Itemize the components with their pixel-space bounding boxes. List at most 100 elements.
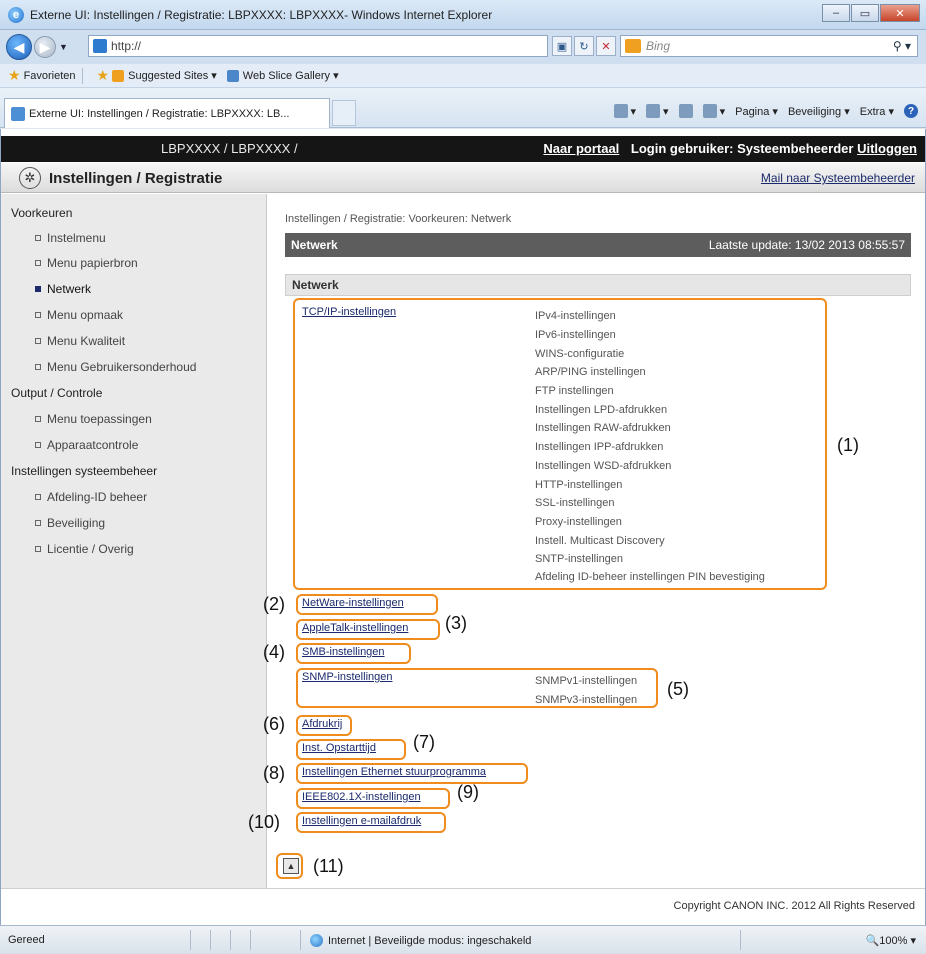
tcpip-subitem: WINS-configuratie	[535, 348, 625, 360]
snmp-subitem: SNMPv1-instellingen	[535, 675, 638, 687]
print-button[interactable]: ▾	[702, 104, 725, 118]
mail-icon	[678, 104, 693, 118]
portal-link[interactable]: Naar portaal	[543, 141, 619, 156]
bullet-icon	[35, 260, 41, 266]
window-title: Externe UI: Instellingen / Registratie: …	[30, 7, 493, 22]
home-icon	[613, 104, 628, 118]
bullet-icon	[35, 494, 41, 500]
forward-button[interactable]: ▶	[34, 36, 56, 58]
sidebar-item-paper-source[interactable]: Menu papierbron	[35, 256, 138, 270]
bullet-icon	[35, 312, 41, 318]
new-tab-button[interactable]	[332, 100, 356, 126]
sidebar-group-system-settings[interactable]: Instellingen systeembeheer	[11, 464, 157, 478]
callout-7: (7)	[413, 732, 435, 752]
tcpip-subitem: Instell. Multicast Discovery	[535, 535, 665, 547]
favorites-bar: ★ Favorieten ★ Suggested Sites ▾ Web Sli…	[0, 64, 926, 88]
spool-link[interactable]: Afdrukrij	[302, 718, 342, 730]
sidebar-group-preferences[interactable]: Voorkeuren	[11, 206, 72, 220]
feeds-icon	[646, 104, 661, 118]
copyright: Copyright CANON INC. 2012 All Rights Res…	[673, 900, 915, 912]
zoom-level[interactable]: 🔍100% ▾	[866, 934, 916, 947]
security-zone[interactable]: Internet | Beveiligde modus: ingeschakel…	[310, 934, 531, 947]
callout-3: (3)	[445, 613, 467, 633]
sidebar-item-setup-menu[interactable]: Instelmenu	[35, 231, 106, 245]
tcpip-subitem: Instellingen LPD-afdrukken	[535, 404, 668, 416]
tcpip-settings-link[interactable]: TCP/IP-instellingen	[302, 306, 396, 318]
tcpip-subitem: Instellingen IPP-afdrukken	[535, 441, 664, 453]
history-dropdown-icon[interactable]: ▼	[59, 42, 68, 52]
sidebar-item-label: Menu Gebruikersonderhoud	[47, 360, 197, 374]
sidebar-item-license-other[interactable]: Licentie / Overig	[35, 542, 134, 556]
callout-4: (4)	[263, 642, 285, 662]
minimize-button[interactable]: –	[822, 4, 850, 22]
email-print-link[interactable]: Instellingen e-mailafdruk	[302, 815, 421, 827]
tcpip-subitem: Afdeling ID-beheer instellingen PIN beve…	[535, 571, 765, 583]
smb-settings-link[interactable]: SMB-instellingen	[302, 646, 385, 658]
refresh-icon[interactable]: ↻	[574, 36, 594, 56]
tcpip-subitem: Instellingen RAW-afdrukken	[535, 422, 671, 434]
home-button[interactable]: ▾	[613, 104, 636, 118]
sidebar-item-label: Menu Kwaliteit	[47, 334, 126, 348]
sidebar-item-security[interactable]: Beveiliging	[35, 516, 105, 530]
sidebar-item-applications[interactable]: Menu toepassingen	[35, 412, 152, 426]
device-topbar: LBPXXXX / LBPXXXX / Naar portaal Login g…	[1, 136, 925, 162]
sidebar-item-user-maintenance[interactable]: Menu Gebruikersonderhoud	[35, 360, 196, 374]
divider	[81, 67, 83, 84]
favorites-button[interactable]: Favorieten	[24, 70, 76, 82]
browser-tab[interactable]: Externe UI: Instellingen / Registratie: …	[4, 98, 330, 128]
favorite-suggested-sites[interactable]: Suggested Sites ▾	[112, 69, 217, 82]
stop-icon[interactable]: ✕	[596, 36, 616, 56]
startup-time-link[interactable]: Inst. Opstarttijd	[302, 742, 376, 754]
help-icon[interactable]: ?	[904, 104, 918, 118]
search-placeholder: Bing	[646, 39, 671, 53]
snmp-settings-link[interactable]: SNMP-instellingen	[302, 671, 392, 683]
tcpip-subitem: FTP instellingen	[535, 385, 614, 397]
back-button[interactable]: ◀	[6, 34, 32, 60]
sidebar-item-label: Menu opmaak	[47, 308, 124, 322]
netware-settings-link[interactable]: NetWare-instellingen	[302, 597, 404, 609]
sidebar-item-label: Afdeling-ID beheer	[47, 490, 148, 504]
tcpip-subitem: IPv4-instellingen	[535, 310, 616, 322]
feeds-button[interactable]: ▾	[646, 104, 669, 118]
topbar-right: Naar portaal Login gebruiker: Systeembeh…	[543, 141, 917, 156]
tools-menu[interactable]: Extra ▾	[860, 105, 894, 118]
address-input[interactable]: http://	[88, 35, 548, 57]
search-icon[interactable]: ⚲ ▾	[893, 39, 911, 53]
maximize-button[interactable]: ▭	[851, 4, 879, 22]
compatibility-icon[interactable]: ▣	[552, 36, 572, 56]
window-titlebar: e Externe UI: Instellingen / Registratie…	[0, 0, 926, 30]
tcpip-subitem: SNTP-instellingen	[535, 553, 624, 565]
add-favorite-icon[interactable]: ★	[97, 67, 110, 84]
sidebar-item-device-control[interactable]: Apparaatcontrole	[35, 438, 138, 452]
status-text: Gereed	[8, 934, 45, 946]
close-button[interactable]: ✕	[880, 4, 920, 22]
logout-link[interactable]: Uitloggen	[857, 141, 917, 156]
ieee8021x-link[interactable]: IEEE802.1X-instellingen	[302, 791, 421, 803]
safety-menu[interactable]: Beveiliging ▾	[788, 105, 850, 118]
section-title: Netwerk	[291, 238, 338, 252]
ethernet-driver-link[interactable]: Instellingen Ethernet stuurprogramma	[302, 766, 486, 778]
sidebar-group-output-control[interactable]: Output / Controle	[11, 386, 102, 400]
callout-9: (9)	[457, 782, 479, 802]
sidebar-item-network[interactable]: Netwerk	[35, 282, 91, 296]
favorites-star-icon[interactable]: ★	[8, 67, 21, 84]
appletalk-settings-link[interactable]: AppleTalk-instellingen	[302, 622, 408, 634]
mail-button[interactable]	[678, 104, 693, 118]
bullet-icon	[35, 235, 41, 241]
status-divider	[300, 930, 301, 950]
page-menu[interactable]: Pagina ▾	[735, 105, 778, 118]
suggested-sites-icon	[112, 69, 125, 82]
mail-admin-link[interactable]: Mail naar Systeembeheerder	[761, 171, 915, 185]
back-to-top-button[interactable]: ▲	[283, 858, 299, 874]
callout-1: (1)	[837, 435, 859, 455]
sidebar-item-layout[interactable]: Menu opmaak	[35, 308, 123, 322]
bullet-icon	[35, 364, 41, 370]
status-divider	[190, 930, 191, 950]
sidebar-item-label: Menu papierbron	[47, 256, 138, 270]
search-input[interactable]: Bing ⚲ ▾	[620, 35, 918, 57]
sidebar-item-department-id[interactable]: Afdeling-ID beheer	[35, 490, 147, 504]
bullet-icon	[35, 416, 41, 422]
sidebar-item-quality[interactable]: Menu Kwaliteit	[35, 334, 125, 348]
favorite-web-slice-gallery[interactable]: Web Slice Gallery ▾	[226, 69, 339, 82]
print-icon	[702, 104, 717, 118]
